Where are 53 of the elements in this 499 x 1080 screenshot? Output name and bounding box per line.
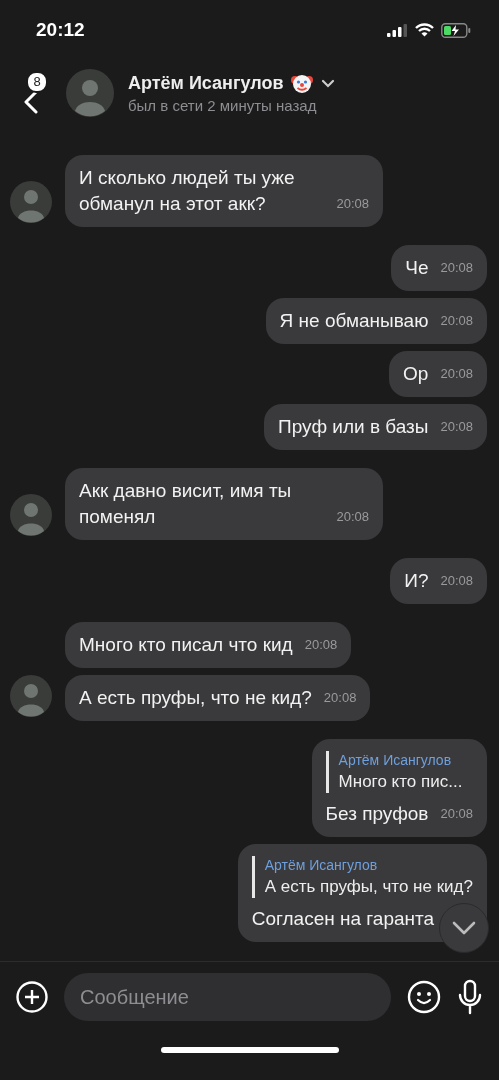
message-text: А есть пруфы, что не кид?	[79, 686, 312, 710]
message-text: Че	[405, 256, 429, 280]
reply-author: Артём Исангулов	[264, 856, 379, 875]
back-button[interactable]: 8	[12, 71, 52, 119]
message-text: Ор	[403, 362, 429, 386]
avatar-icon	[66, 69, 114, 117]
message-text: И?	[404, 569, 429, 593]
contact-name[interactable]: Артём Исангулов	[128, 72, 284, 94]
message-input[interactable]: Сообщение	[64, 973, 391, 1021]
status-time: 20:12	[36, 19, 85, 41]
message-text: И сколько людей ты уже обманул на этот акк?	[79, 166, 296, 216]
message-text: Много кто писал что кид	[79, 633, 293, 657]
reply-text: Много кто пис...	[338, 771, 464, 793]
chevron-down-icon[interactable]	[321, 78, 336, 88]
message-time: 20:08	[440, 419, 473, 435]
message-bubble[interactable]: Артём Исангулов Много кто пис... Без пруфов 20:08	[311, 739, 487, 837]
message-bubble[interactable]: Акк давно висит, имя ты поменял 20:08	[65, 468, 383, 540]
message-text: Без пруфов	[325, 802, 429, 826]
smiley-icon[interactable]	[407, 980, 441, 1014]
message-time: 20:08	[323, 690, 357, 706]
message-time: 20:08	[304, 637, 338, 653]
clown-face-icon	[291, 72, 314, 94]
unread-badge: 8	[26, 71, 48, 93]
microphone-icon[interactable]	[457, 979, 483, 1015]
message-time: 20:08	[336, 509, 369, 525]
message-time: 20:08	[440, 573, 473, 589]
message-bubble[interactable]: Ор 20:08	[389, 351, 487, 397]
add-icon[interactable]	[16, 981, 48, 1013]
chevron-down-icon	[452, 921, 476, 935]
message-text: Я не обманываю	[279, 309, 429, 333]
scroll-down-button[interactable]	[439, 903, 489, 953]
wifi-icon	[415, 23, 434, 37]
message-bubble[interactable]: Артём Исангулов А есть пруфы, что не кид? Согласен на гаранта	[237, 844, 487, 942]
message-time: 20:08	[336, 196, 369, 212]
last-seen-status: был в сети 2 минуты назад	[128, 97, 318, 114]
message-bubble[interactable]: Че 20:08	[391, 245, 487, 291]
message-bubble[interactable]: Я не обманываю 20:08	[265, 298, 487, 344]
message-bubble[interactable]: И сколько людей ты уже обманул на этот акк? 20:08	[65, 155, 383, 227]
message-text: Акк давно висит, имя ты поменял	[79, 479, 293, 529]
reply-author: Артём Исангулов	[338, 751, 453, 770]
message-text: Согласен на гаранта	[251, 907, 435, 931]
message-time: 20:08	[440, 260, 473, 276]
message-bubble[interactable]: А есть пруфы, что не кид? 20:08	[65, 675, 371, 721]
reply-text: А есть пруфы, что не кид?	[264, 876, 473, 898]
signal-icon	[387, 23, 408, 37]
message-bubble[interactable]: И? 20:08	[390, 558, 487, 604]
message-time: 20:08	[440, 313, 473, 329]
message-time: 20:08	[440, 366, 473, 382]
message-bubble[interactable]: Много кто писал что кид 20:08	[65, 622, 352, 668]
battery-charging-icon	[441, 22, 471, 38]
message-bubble[interactable]: Пруф или в базы 20:08	[264, 404, 487, 450]
message-time: 20:08	[440, 806, 473, 822]
message-text: Пруф или в базы	[278, 415, 429, 439]
